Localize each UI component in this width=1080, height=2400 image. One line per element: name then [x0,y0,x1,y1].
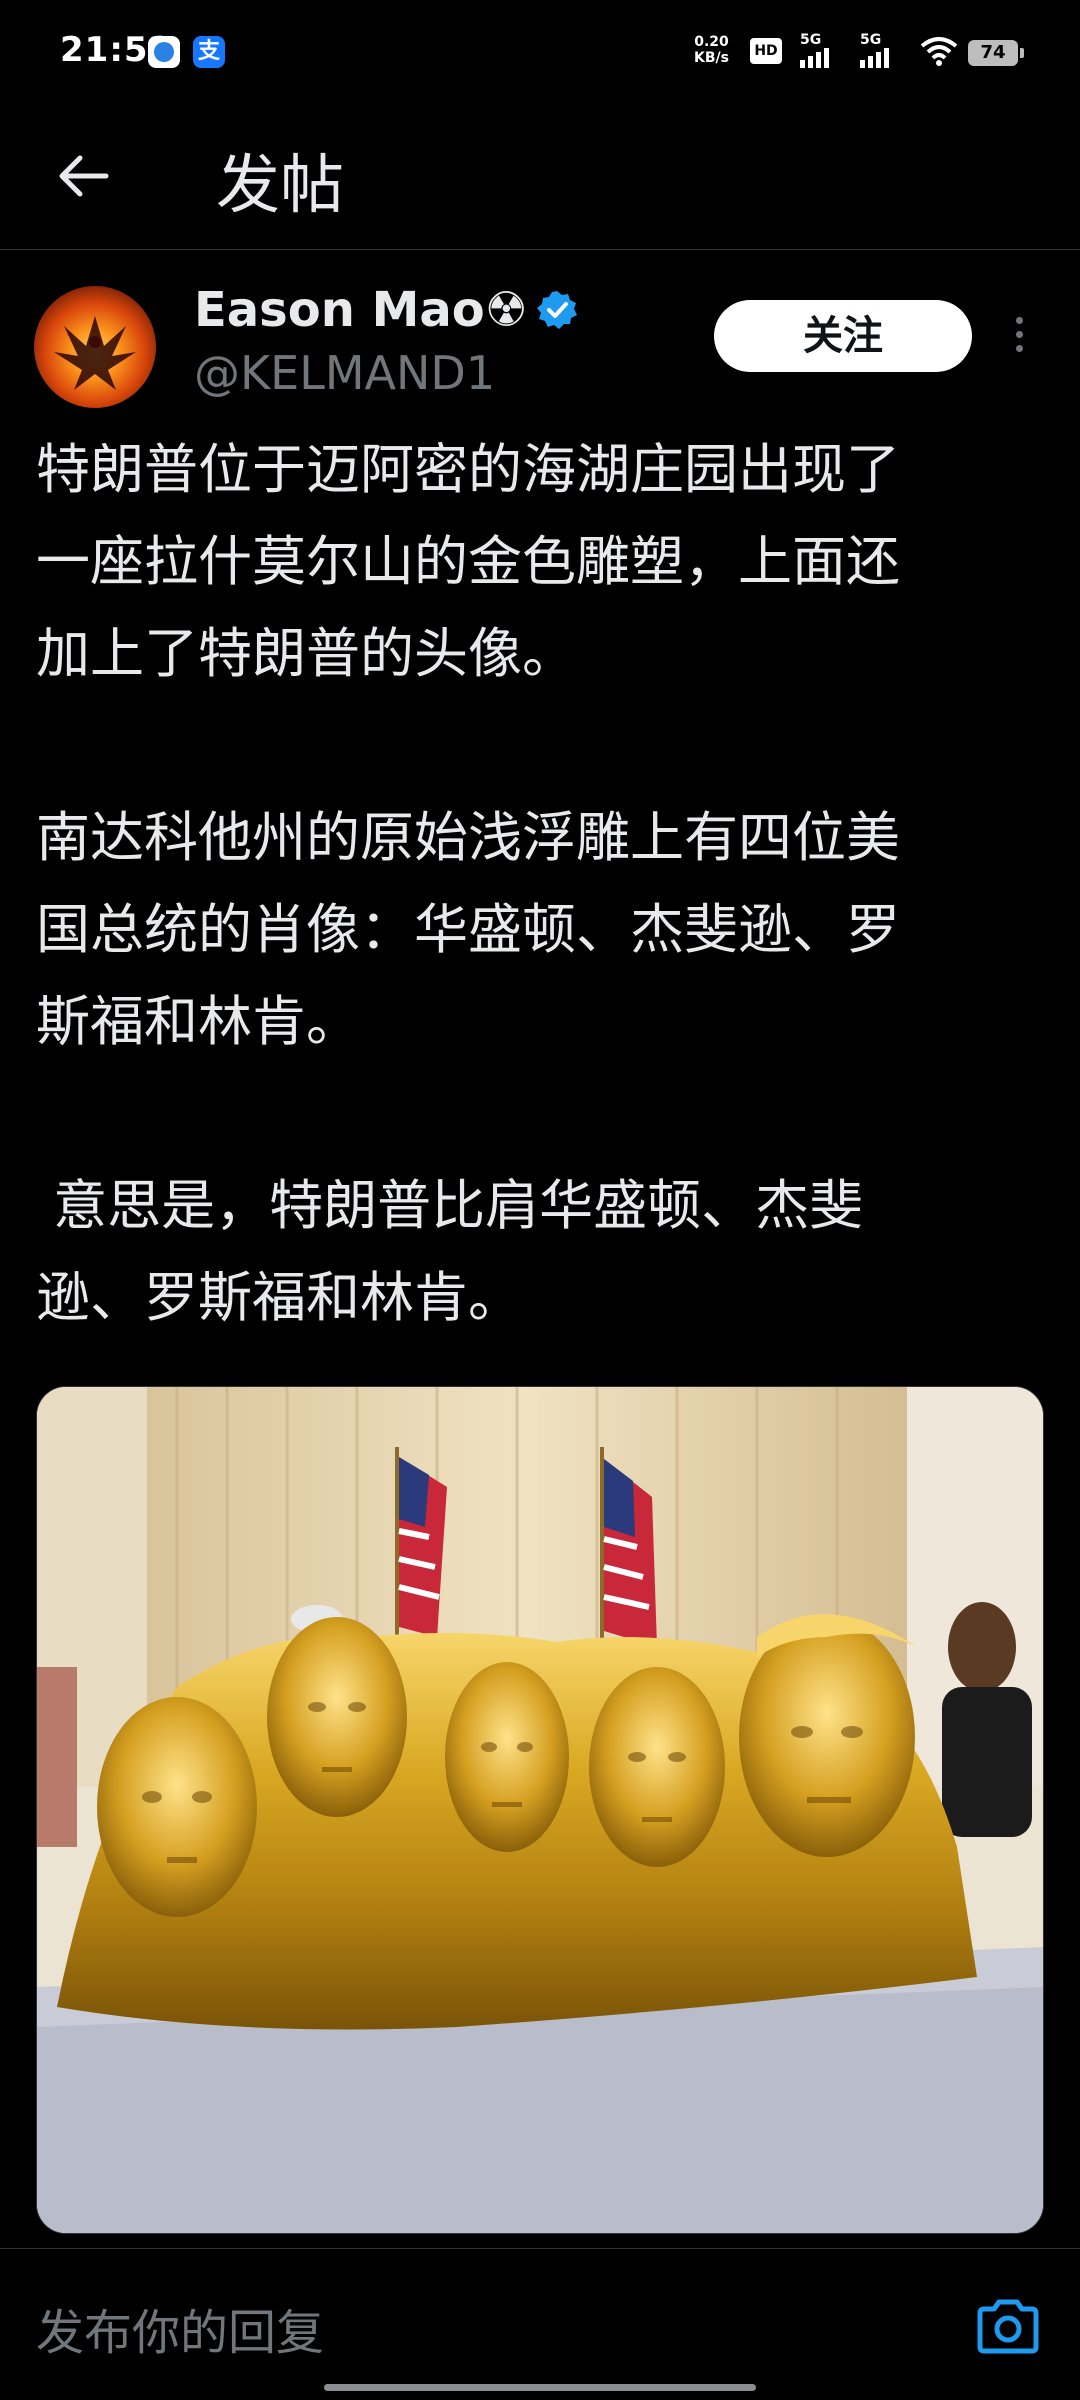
post-text-line: 意思是，特朗普比肩华盛顿、杰斐 [36,1174,864,1237]
camera-icon [977,2299,1039,2354]
author-handle[interactable]: @KELMAND1 [194,346,495,400]
network-speed: 0.20 KB/s [694,34,729,66]
phoenix-avatar-image [54,316,136,390]
home-indicator[interactable] [324,2384,756,2391]
signal-label: 5G [800,32,822,48]
camera-button[interactable] [976,2297,1040,2355]
battery-icon: 74 [968,40,1024,66]
post-text-line: 南达科他州的原始浅浮雕上有四位美 [36,806,900,869]
avatar[interactable] [34,286,156,408]
post-image[interactable] [36,1386,1044,2234]
page-title: 发帖 [216,149,344,223]
follow-button[interactable]: 关注 [714,300,972,372]
arrow-left-icon [59,155,109,197]
status-bar: 21:52 支 0.20 KB/s HD 5G 5G 74 [0,0,1080,104]
signal-icon: 5G [860,32,900,68]
back-button[interactable] [52,144,116,208]
reply-bar: 发布你的回复 [0,2248,1080,2400]
post-text-line: 一座拉什莫尔山的金色雕塑，上面还 [36,530,900,593]
network-speed-unit: KB/s [694,50,729,66]
alipay-qr-icon [148,36,180,68]
signal-icon: 5G [800,32,840,68]
more-options-button[interactable] [1006,310,1032,366]
signal-label: 5G [860,32,882,48]
reply-input[interactable]: 发布你的回复 [36,2293,324,2363]
post-text-line: 国总统的肖像：华盛顿、杰斐逊、罗 [36,898,900,961]
network-speed-value: 0.20 [694,34,729,50]
golden-sculpture-photo [37,1387,1043,2233]
more-vertical-icon [1015,317,1023,324]
verified-badge-icon [536,291,577,329]
post-text-line: 特朗普位于迈阿密的海湖庄园出现了 [36,438,900,501]
alipay-icon: 支 [193,36,225,68]
top-app-bar: 发帖 [0,120,1080,250]
post-text-line: 逊、罗斯福和林肯。 [36,1266,522,1329]
post-text: 特朗普位于迈阿密的海湖庄园出现了 一座拉什莫尔山的金色雕塑，上面还 加上了特朗普… [36,424,1046,1344]
post-text-line: 加上了特朗普的头像。 [36,622,576,685]
author-name-row: Eason Mao☢ [194,282,578,338]
author-name[interactable]: Eason Mao☢ [194,282,528,338]
wifi-icon [920,37,958,66]
post-text-line: 斯福和林肯。 [36,990,360,1053]
hd-voice-icon: HD [750,38,782,64]
